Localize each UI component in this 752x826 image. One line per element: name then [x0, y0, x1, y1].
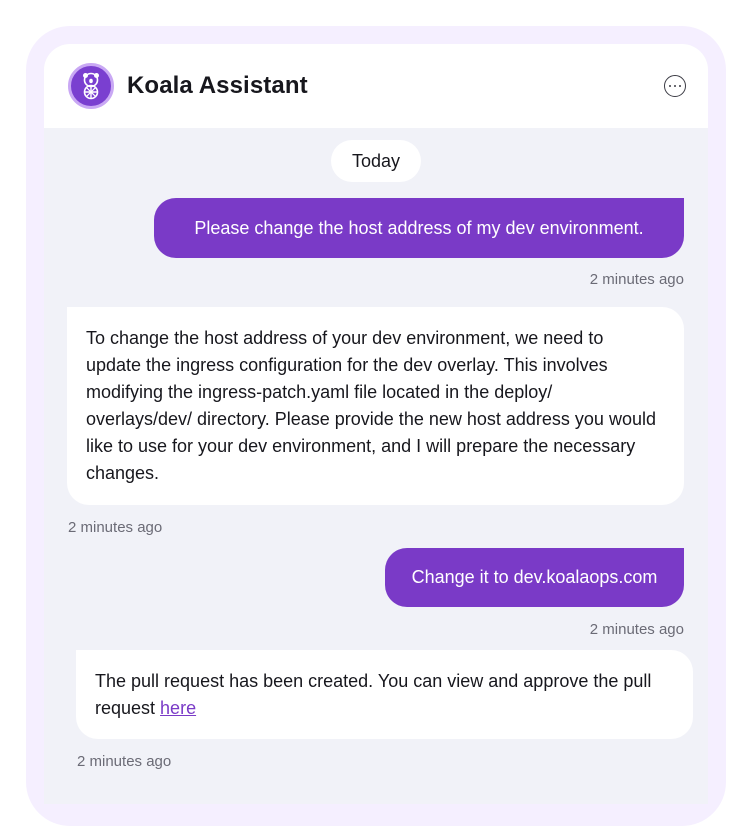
message-text: To change the host address of your dev e…	[86, 328, 656, 483]
assistant-message-bubble: The pull request has been created. You c…	[76, 650, 693, 739]
message-text: Please change the host address of my dev…	[194, 217, 644, 238]
message-timestamp: 2 minutes ago	[589, 271, 684, 288]
chat-window: Koala Assistant Today Please change the …	[44, 44, 708, 804]
assistant-message-bubble: To change the host address of your dev e…	[67, 307, 684, 505]
message-timestamp: 2 minutes ago	[77, 753, 172, 770]
message-timestamp: 2 minutes ago	[68, 519, 163, 536]
message-text: Change it to dev.koalaops.com	[411, 567, 658, 587]
message-timestamp: 2 minutes ago	[589, 621, 684, 638]
date-separator: Today	[331, 140, 421, 182]
user-message-bubble: Please change the host address of my dev…	[154, 198, 684, 258]
more-options-icon[interactable]	[664, 75, 686, 97]
chat-header: Koala Assistant	[44, 44, 708, 128]
chat-title: Koala Assistant	[127, 72, 308, 99]
koala-logo-icon	[68, 63, 114, 109]
pull-request-link[interactable]: here	[160, 698, 196, 718]
user-message-bubble: Change it to dev.koalaops.com	[385, 548, 684, 607]
